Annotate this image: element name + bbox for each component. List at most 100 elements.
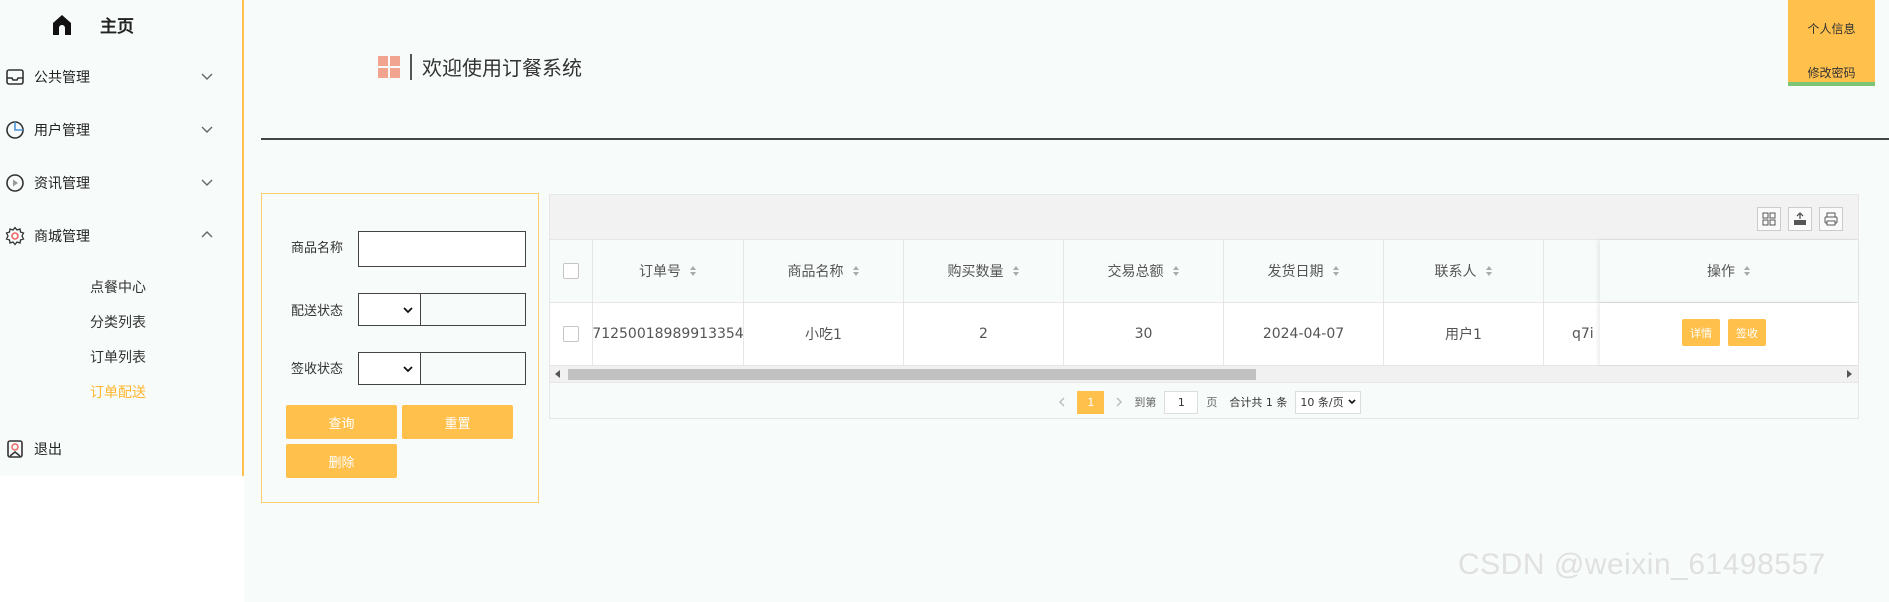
column-label: 商品名称 [787,264,844,280]
column-header-order-no[interactable]: 订单号 [593,240,744,302]
page-number-current[interactable]: 1 [1077,390,1105,414]
sign-status-label: 签收状态 [291,362,344,377]
export-icon [1794,212,1806,225]
column-label: 订单号 [639,264,681,280]
watermark: CSDN @weixin_61498557 [1458,548,1826,581]
grid-icon [378,55,400,78]
select-all-checkbox[interactable] [563,263,579,279]
export-button[interactable] [1788,207,1812,231]
menu-user-management[interactable]: 用户管理 [0,112,240,148]
sidebar: 主页 公共管理 用户管理 资讯管理 商城管理 点餐中心 分类列表 订单列表 订单… [0,0,244,476]
column-header-actions: 操作 [1600,240,1858,302]
product-name-label: 商品名称 [291,241,344,256]
column-header-quantity[interactable]: 购买数量 [904,240,1064,302]
menu-mall-management[interactable]: 商城管理 [0,218,240,254]
profile-link[interactable]: 个人信息 [1788,20,1875,37]
columns-filter-button[interactable] [1757,207,1781,231]
reset-button[interactable]: 重置 [402,405,513,439]
column-label: 交易总额 [1107,264,1164,280]
column-label: 操作 [1707,264,1735,280]
row-select-cell [550,303,593,365]
delivery-status-select[interactable] [359,294,421,325]
sort-icon [852,266,859,276]
menu-label: 商城管理 [34,229,90,245]
scroll-thumb[interactable] [568,369,1256,380]
gear-icon [4,225,26,247]
page-size-value: 10 条/页 [1300,396,1344,409]
sub-item-category-list[interactable]: 分类列表 [90,312,146,332]
column-header-contact[interactable]: 联系人 [1384,240,1544,302]
row-checkbox[interactable] [563,326,579,342]
cell-product-name: 小吃1 [744,303,904,365]
logout-link[interactable]: 退出 [0,431,240,467]
orders-table: 订单号 商品名称 购买数量 交易总额 发货日期 联系人 操作 712500189… [549,194,1859,419]
pie-chart-icon [4,119,26,141]
logout-label: 退出 [34,442,62,458]
column-header-ship-date[interactable]: 发货日期 [1224,240,1384,302]
sort-icon [1012,266,1019,276]
change-password-link[interactable]: 修改密码 [1788,64,1875,81]
next-page-icon[interactable] [1114,397,1124,407]
chevron-down-icon [1348,399,1356,405]
page-suffix: 页 [1206,396,1218,409]
pagination: 1 到第 1 页 合计共 1 条 10 条/页 [550,385,1858,419]
chevron-down-icon [403,307,413,314]
sub-item-order-delivery[interactable]: 订单配送 [90,382,146,402]
cell-order-no: 1712500189899133543 [593,303,744,365]
cell-ship-date: 2024-04-07 [1224,303,1384,365]
menu-public-management[interactable]: 公共管理 [0,59,240,95]
logout-icon [4,438,26,460]
sub-item-order-center[interactable]: 点餐中心 [90,277,146,297]
chevron-down-icon [201,126,213,133]
detail-button[interactable]: 详情 [1682,319,1720,346]
column-header-product-name[interactable]: 商品名称 [744,240,904,302]
page-title-text: 欢迎使用订餐系统 [422,56,582,80]
query-button[interactable]: 查询 [286,405,397,439]
column-header-extra[interactable] [1544,240,1604,302]
inbox-icon [4,66,26,88]
sign-status-select[interactable] [359,353,421,384]
delete-button[interactable]: 删除 [286,444,397,478]
column-header-total[interactable]: 交易总额 [1064,240,1224,302]
horizontal-scrollbar[interactable] [550,366,1858,383]
sort-icon [1485,266,1492,276]
page-size-select[interactable]: 10 条/页 [1295,390,1361,414]
print-icon [1824,212,1838,226]
select-all-cell [550,240,593,302]
delivery-status-field [358,293,526,326]
goto-label: 到第 [1134,396,1157,409]
play-circle-icon [4,172,26,194]
actions-header-cell[interactable]: 操作 [1600,240,1858,302]
cell-contact: 用户1 [1384,303,1544,365]
cell-actions: 详情 签收 [1600,303,1858,365]
menu-label: 用户管理 [34,123,90,139]
sign-button[interactable]: 签收 [1728,319,1766,346]
scroll-left-arrow-icon[interactable] [555,370,560,378]
cell-quantity: 2 [904,303,1064,365]
page-title: 欢迎使用订餐系统 [378,52,582,81]
sub-item-order-list[interactable]: 订单列表 [90,347,146,367]
column-label: 购买数量 [947,264,1004,280]
sort-icon [1332,266,1339,276]
scroll-right-arrow-icon[interactable] [1847,370,1852,378]
prev-page-icon[interactable] [1057,397,1067,407]
menu-news-management[interactable]: 资讯管理 [0,165,240,201]
user-menu: 个人信息 修改密码 [1788,0,1875,86]
header-divider [261,138,1889,140]
home-icon [53,14,71,35]
column-label: 联系人 [1434,264,1477,280]
table-header: 订单号 商品名称 购买数量 交易总额 发货日期 联系人 操作 [550,239,1858,303]
sort-icon [1744,266,1750,276]
chevron-up-icon [201,231,213,238]
print-button[interactable] [1819,207,1843,231]
goto-page-input[interactable]: 1 [1164,390,1199,414]
cell-total: 30 [1064,303,1224,365]
product-name-input[interactable] [358,231,526,267]
menu-label: 公共管理 [34,70,90,86]
sign-status-field [358,352,526,385]
home-link[interactable]: 主页 [50,12,134,37]
sort-icon [690,266,696,276]
sidebar-bottom-area [0,476,244,602]
home-label: 主页 [100,17,134,37]
cell-extra: q7i [1572,326,1594,342]
